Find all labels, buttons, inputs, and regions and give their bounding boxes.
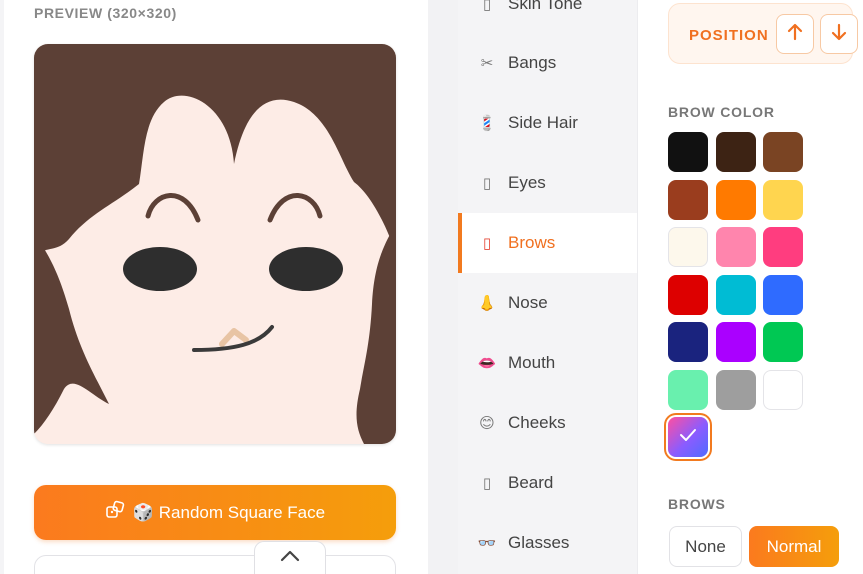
smile-icon: 😊	[479, 415, 495, 432]
category-label: Mouth	[508, 353, 556, 372]
color-swatch[interactable]	[763, 274, 803, 315]
arrow-down-icon	[831, 23, 847, 46]
category-side-hair[interactable]: 💈 Side Hair	[458, 99, 637, 147]
color-swatch[interactable]	[763, 227, 803, 267]
lips-icon: 👄	[477, 355, 497, 372]
color-swatch[interactable]	[715, 274, 756, 315]
column-divider	[428, 0, 458, 574]
color-swatch[interactable]	[715, 132, 756, 172]
move-up-button[interactable]	[776, 14, 814, 54]
category-label: Brows	[508, 233, 556, 252]
brows-title: BROWS	[668, 496, 726, 512]
category-label: Eyes	[508, 173, 546, 192]
category-label: Beard	[508, 473, 554, 492]
brow-icon: ▯	[482, 235, 492, 252]
position-control: POSITION	[668, 3, 858, 64]
category-bangs[interactable]: ✂ Bangs	[458, 39, 637, 87]
category-label: Cheeks	[508, 413, 566, 432]
comb-icon: 💈	[477, 115, 497, 132]
color-swatch[interactable]	[715, 369, 756, 410]
arrow-up-icon	[787, 23, 803, 46]
nose-icon: 👃	[477, 295, 497, 312]
color-swatch[interactable]	[668, 322, 708, 362]
random-face-button[interactable]: 🎲 Random Square Face	[34, 485, 396, 540]
category-label: Side Hair	[508, 113, 578, 132]
collapse-toggle[interactable]	[254, 541, 326, 574]
color-swatch[interactable]	[715, 227, 756, 267]
category-list: ▯ Skin Tone ✂ Bangs 💈 Side Hair ▯ Eyes ▯…	[458, 0, 638, 574]
beard-icon: ▯	[482, 475, 492, 492]
preview-title: PREVIEW (320×320)	[34, 5, 177, 21]
color-swatch[interactable]	[668, 132, 708, 172]
category-brows[interactable]: ▯ Brows	[458, 213, 637, 273]
dice-icon	[105, 500, 125, 525]
color-swatch[interactable]	[763, 369, 803, 410]
category-cheeks[interactable]: 😊 Cheeks	[458, 399, 637, 447]
position-label: POSITION	[689, 27, 769, 44]
brows-normal-button[interactable]: Normal	[749, 526, 839, 567]
category-mouth[interactable]: 👄 Mouth	[458, 339, 637, 387]
category-label: Nose	[508, 293, 548, 312]
secondary-button[interactable]	[34, 555, 396, 574]
check-icon	[679, 428, 697, 447]
category-nose[interactable]: 👃 Nose	[458, 279, 637, 327]
color-swatch[interactable]	[668, 417, 708, 457]
chevron-up-icon	[280, 549, 300, 568]
brow-color-title: BROW COLOR	[668, 104, 775, 120]
color-swatch[interactable]	[668, 274, 708, 315]
face-preview	[34, 44, 396, 444]
color-swatch[interactable]	[668, 179, 708, 220]
scissors-icon: ✂	[480, 55, 494, 72]
color-swatch[interactable]	[668, 369, 708, 410]
panel-edge	[0, 0, 4, 574]
move-down-button[interactable]	[820, 14, 858, 54]
options-panel: POSITION BROW COLOR BROWS None Normal	[638, 0, 863, 574]
brows-none-button[interactable]: None	[669, 526, 742, 567]
category-label: Glasses	[508, 533, 570, 552]
color-swatch[interactable]	[763, 322, 803, 362]
preview-panel: PREVIEW (320×320) 🎲 Random Square Face	[0, 0, 428, 574]
eye-right	[269, 247, 343, 291]
glasses-icon: 👓	[477, 535, 497, 552]
category-eyes[interactable]: ▯ Eyes	[458, 159, 637, 207]
skin-icon: ▯	[482, 0, 492, 13]
eye-icon: ▯	[482, 175, 492, 192]
category-beard[interactable]: ▯ Beard	[458, 459, 637, 507]
color-swatch[interactable]	[715, 322, 756, 362]
category-label: Skin Tone	[508, 0, 583, 13]
color-swatch[interactable]	[763, 179, 803, 220]
category-skin-tone[interactable]: ▯ Skin Tone	[458, 0, 637, 28]
random-face-label: 🎲 Random Square Face	[132, 502, 326, 522]
color-swatch[interactable]	[668, 227, 708, 267]
category-label: Bangs	[508, 53, 557, 72]
category-glasses[interactable]: 👓 Glasses	[458, 519, 637, 567]
color-swatch[interactable]	[715, 179, 756, 220]
face-canvas	[34, 44, 396, 444]
eye-left	[123, 247, 197, 291]
color-swatch[interactable]	[763, 132, 803, 172]
